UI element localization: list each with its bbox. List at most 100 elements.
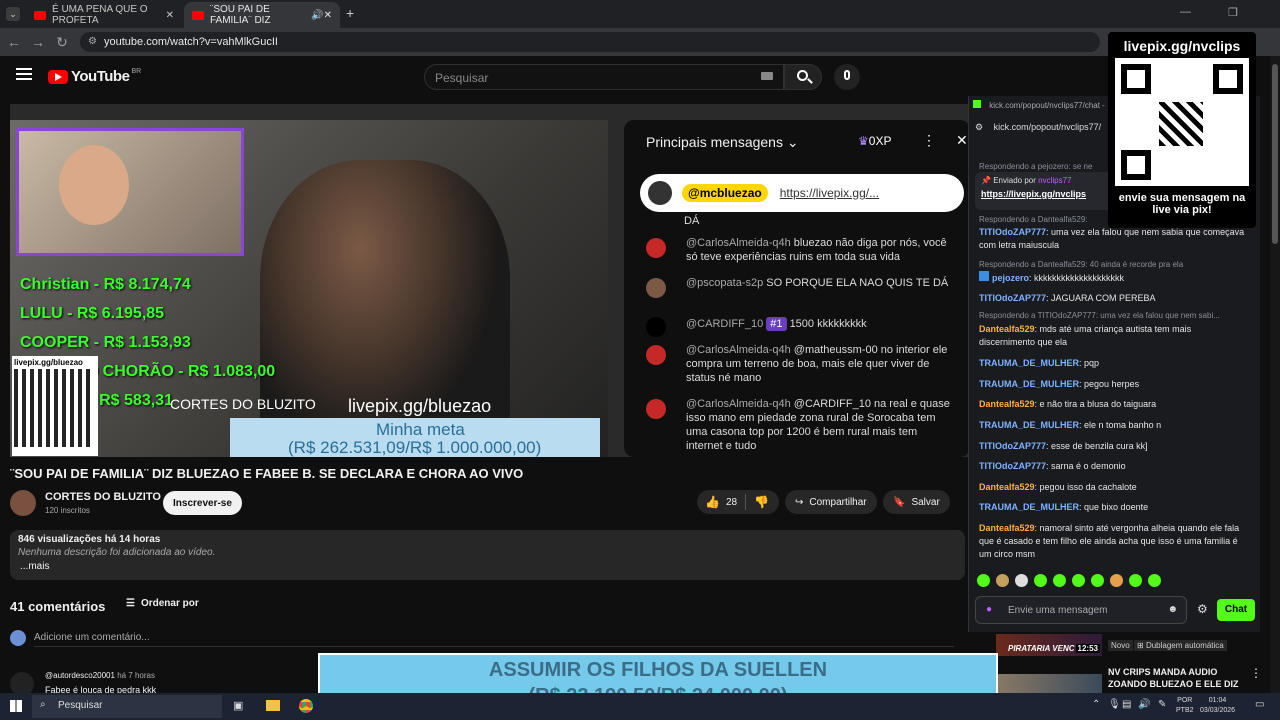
livepix-url: livepix.gg/bluezao: [348, 396, 492, 416]
emote-icon[interactable]: [1072, 574, 1085, 587]
youtube-logo[interactable]: YouTube BR: [48, 68, 141, 85]
settings-icon[interactable]: ⚙: [1197, 602, 1208, 616]
recommendation-item[interactable]: PIRATARIA VENC 12:53 Novo ⊞ Dublagem aut…: [996, 632, 1270, 701]
pen-icon[interactable]: ✎: [1158, 699, 1166, 710]
tab-list-icon[interactable]: ⌄: [6, 7, 20, 21]
share-button[interactable]: ↪ Compartilhar: [785, 490, 877, 514]
emote-icon[interactable]: [1110, 574, 1123, 587]
thumb-text: PIRATARIA VENC: [1008, 644, 1075, 653]
emoji-icon[interactable]: ☻: [1167, 604, 1178, 615]
minimize-icon[interactable]: —: [1180, 6, 1191, 18]
chat-message: TRAUMA_DE_MULHER: pqp: [979, 358, 1100, 368]
chat-send-button[interactable]: Chat: [1217, 599, 1255, 621]
livepix-qr-card: livepix.gg/nvclips envie sua mensagem na…: [1108, 32, 1256, 228]
browser-tab-2[interactable]: ¨SOU PAI DE FAMILIA¨ DIZ 🔊 ✕: [184, 2, 340, 28]
sort-button[interactable]: ☰ Ordenar por: [126, 598, 199, 609]
close-icon[interactable]: ✕: [324, 10, 332, 21]
chrome-icon[interactable]: [299, 699, 313, 713]
like-button[interactable]: 👍 28: [697, 495, 745, 509]
reply-context: Respondendo a Dantealfa529: 40 ainda é r…: [979, 260, 1184, 269]
recommendation-thumb-2[interactable]: [996, 674, 1102, 694]
chat-message: @CarlosAlmeida-q4h @CARDIFF_10 na real e…: [646, 397, 956, 453]
back-icon[interactable]: ←: [6, 34, 22, 50]
emote-icon[interactable]: [1053, 574, 1066, 587]
restore-icon[interactable]: ❐: [1228, 6, 1238, 19]
show-more-link[interactable]: ...mais: [20, 561, 957, 572]
emote-icon[interactable]: [1015, 574, 1028, 587]
chat-message: @pscopata-s2p SO PORQUE ELA NAO QUIS TE …: [646, 276, 956, 298]
donor-row: COOPER - R$ 1.153,93: [20, 334, 191, 351]
task-view-icon[interactable]: ▣: [233, 699, 243, 712]
meta-value: (R$ 262.531,09/R$ 1.000.000,00): [288, 438, 542, 457]
keyboard-icon[interactable]: [761, 72, 773, 80]
add-comment-input[interactable]: Adicione um comentário...: [34, 632, 954, 647]
recommendation-thumb[interactable]: PIRATARIA VENC 12:53: [996, 634, 1102, 656]
like-dislike-group: 👍 28 👎: [697, 490, 779, 514]
channel-avatar[interactable]: [10, 490, 36, 516]
livepix-badge: livepix.gg/bluezao Minha meta (R$ 262.53…: [230, 396, 600, 457]
tray-up-icon[interactable]: ⌃: [1092, 699, 1100, 710]
user-badge-icon: [979, 271, 989, 281]
dislike-button[interactable]: 👎: [746, 495, 777, 509]
message-input[interactable]: ● Envie uma mensagem ☻: [975, 596, 1187, 624]
bookmark-icon: 🔖: [893, 496, 906, 508]
kick-logo-icon: [973, 100, 981, 108]
video-player[interactable]: Christian - R$ 8.174,74 LULU - R$ 6.195,…: [10, 104, 970, 457]
emote-icon[interactable]: [1034, 574, 1047, 587]
emote-row: [977, 574, 1161, 587]
network-icon[interactable]: ▤: [1122, 699, 1131, 710]
mic-button[interactable]: [834, 64, 860, 90]
taskbar-search[interactable]: ⌕ Pesquisar: [32, 695, 222, 718]
more-vert-icon[interactable]: ⋮: [1250, 666, 1262, 680]
clock[interactable]: 01:04 03/03/2026: [1200, 696, 1235, 716]
file-explorer-icon[interactable]: [266, 700, 280, 711]
webcam-overlay: [16, 128, 244, 256]
chat-message: @CarlosAlmeida-q4h bluezao não diga por …: [646, 236, 956, 264]
chat-message: Dantealfa529: mds até uma criança autist…: [979, 324, 1192, 347]
browser-tab-1[interactable]: É UMA PENA QUE O PROFETA ✕: [26, 2, 182, 28]
speaker-icon[interactable]: 🔊: [311, 10, 323, 21]
logo-text: YouTube: [71, 68, 130, 85]
notification-icon[interactable]: ▭: [1255, 699, 1264, 710]
like-count: 28: [725, 496, 738, 508]
qr-card-caption: envie sua mensagem na live via pix!: [1118, 192, 1246, 216]
comments-count: 41 comentários: [10, 599, 106, 614]
emote-icon[interactable]: [996, 574, 1009, 587]
channel-name[interactable]: CORTES DO BLUZITO: [45, 491, 161, 503]
save-label: Salvar: [911, 496, 940, 508]
save-button[interactable]: 🔖 Salvar: [883, 490, 950, 514]
qr-code-icon: [14, 369, 92, 447]
windows-start-icon[interactable]: [10, 700, 22, 712]
avatar: [646, 317, 666, 337]
subscribe-button[interactable]: Inscrever-se: [163, 491, 242, 515]
view-count: 846 visualizações: [18, 534, 102, 545]
thumb-down-icon: 👎: [754, 495, 770, 509]
search-input[interactable]: Pesquisar: [424, 64, 784, 90]
chat-message: TITIOdoZAP777: uma vez ela falou que nem…: [979, 227, 1245, 250]
emote-icon[interactable]: [977, 574, 990, 587]
search-placeholder: Pesquisar: [435, 71, 489, 85]
close-icon[interactable]: ✕: [166, 10, 174, 21]
emote-icon[interactable]: [1129, 574, 1142, 587]
forward-icon[interactable]: →: [30, 34, 46, 50]
sort-label: Ordenar por: [140, 598, 199, 609]
emote-icon[interactable]: [1091, 574, 1104, 587]
language-indicator[interactable]: POR PTB2: [1176, 696, 1194, 716]
site-info-icon[interactable]: ⚙: [88, 36, 97, 47]
search-button[interactable]: [784, 64, 822, 90]
reload-icon[interactable]: ↻: [54, 34, 70, 50]
mic-icon[interactable]: ●: [986, 604, 992, 615]
taskbar-search-label: Pesquisar: [58, 700, 103, 711]
chat-message: @CARDIFF_10 #1 1500 kkkkkkkkk: [646, 317, 956, 337]
description-box[interactable]: 846 visualizações há 14 horas Nenhuma de…: [10, 530, 965, 580]
popout-title: kick.com/popout/nvclips77/chat -: [989, 101, 1105, 110]
page-scrollbar[interactable]: [1270, 56, 1280, 693]
mic-tray-icon[interactable]: 🎙: [1108, 699, 1121, 710]
menu-icon[interactable]: [16, 68, 32, 80]
chat-message: Dantealfa529: namoral sinto até vergonha…: [979, 523, 1240, 559]
volume-icon[interactable]: 🔊: [1138, 699, 1150, 710]
url-field[interactable]: ⚙ youtube.com/watch?v=vahMlkGucII: [80, 32, 1100, 52]
emote-icon[interactable]: [1148, 574, 1161, 587]
new-tab-icon[interactable]: +: [346, 5, 354, 21]
subscribe-label: Inscrever-se: [173, 497, 232, 509]
